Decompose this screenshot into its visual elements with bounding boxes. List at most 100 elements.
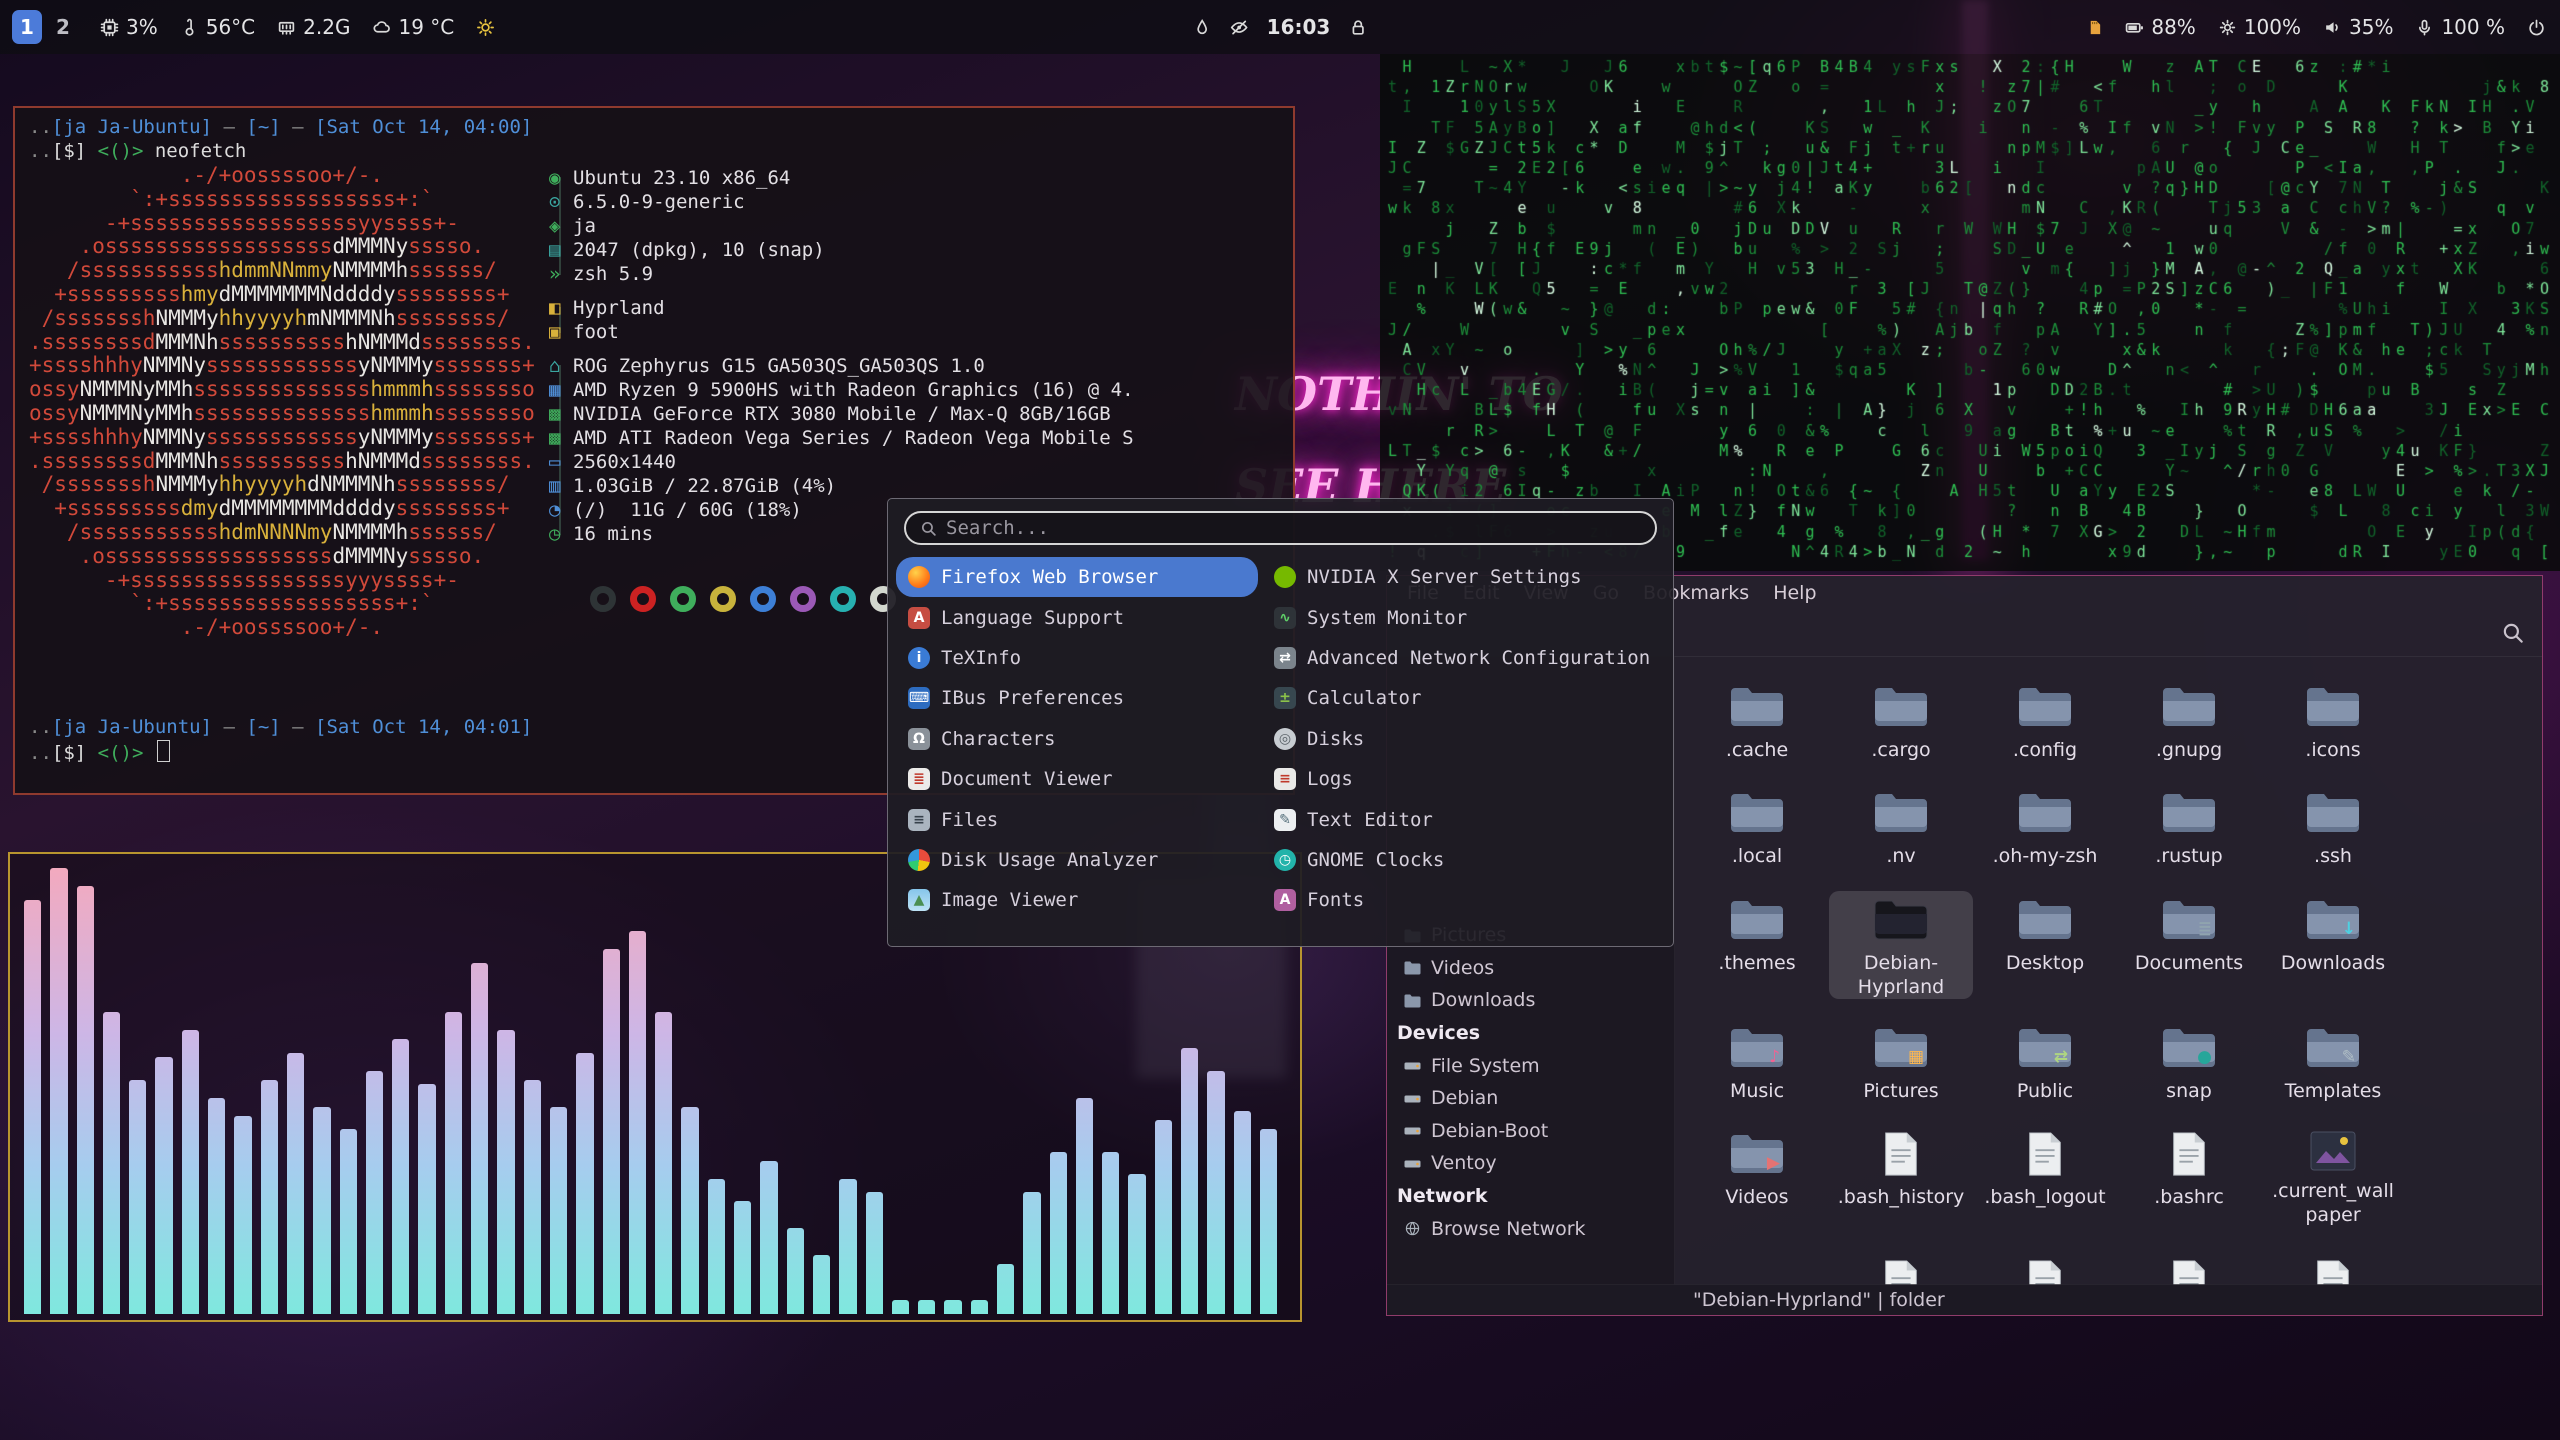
file-grid-item--current-wallpaper[interactable]: .current_wallpaper bbox=[2261, 1125, 2405, 1227]
file-grid-item--nv[interactable]: .nv bbox=[1829, 784, 1973, 868]
sidebar-item-label: Videos bbox=[1431, 957, 1494, 979]
launcher-item-system-monitor[interactable]: ∿System Monitor bbox=[1262, 597, 1667, 637]
matrix-terminal-window[interactable] bbox=[1380, 54, 2560, 571]
sidebar-item-label: Ventoy bbox=[1431, 1152, 1497, 1174]
visualizer-bar bbox=[839, 1179, 856, 1314]
app-label: Text Editor bbox=[1307, 809, 1433, 831]
workspace-button-2[interactable]: 2 bbox=[48, 10, 78, 44]
workspace-button-1[interactable]: 1 bbox=[12, 10, 42, 44]
file-grid-item[interactable] bbox=[2117, 1253, 2261, 1285]
file-grid-item-debian-hyprland[interactable]: Debian-Hyprland bbox=[1829, 891, 1973, 999]
info-icon: ◔ bbox=[549, 498, 573, 522]
visualizer-bar bbox=[1155, 1120, 1172, 1314]
sidebar-item-file-system[interactable]: File System bbox=[1387, 1049, 1674, 1082]
file-grid-item--rustup[interactable]: .rustup bbox=[2117, 784, 2261, 868]
visualizer-bar bbox=[155, 1057, 172, 1314]
launcher-item-calculator[interactable]: ±Calculator bbox=[1262, 678, 1667, 718]
file-grid-item--bash-history[interactable]: .bash_history bbox=[1829, 1125, 1973, 1209]
neofetch-info-block: ◉Ubuntu 23.10 x86_64⊙6.5.0-9-generic◈ja▤… bbox=[549, 166, 1134, 546]
launcher-item-ibus-preferences[interactable]: ⌨IBus Preferences bbox=[896, 678, 1258, 718]
file-label: .bash_logout bbox=[1979, 1185, 2111, 1209]
palette-dot bbox=[830, 586, 856, 612]
launcher-item-texinfo[interactable]: iTeXInfo bbox=[896, 638, 1258, 678]
file-grid-item--cargo[interactable]: .cargo bbox=[1829, 678, 1973, 762]
file-grid-item[interactable] bbox=[1829, 1253, 1973, 1285]
launcher-item-logs[interactable]: ≡Logs bbox=[1262, 759, 1667, 799]
launcher-item-advanced-network-configuration[interactable]: ⇄Advanced Network Configuration bbox=[1262, 638, 1667, 678]
file-grid-item--bash-logout[interactable]: .bash_logout bbox=[1973, 1125, 2117, 1209]
palette-dot bbox=[630, 586, 656, 612]
file-grid-item-videos[interactable]: ▶Videos bbox=[1685, 1125, 1829, 1209]
file-grid-item-downloads[interactable]: ↓Downloads bbox=[2261, 891, 2405, 975]
file-grid-item[interactable] bbox=[1973, 1253, 2117, 1285]
launcher-item-disks[interactable]: ◎Disks bbox=[1262, 719, 1667, 759]
launcher-item-nvidia-x-server-settings[interactable]: NVIDIA X Server Settings bbox=[1262, 557, 1667, 597]
launcher-item-document-viewer[interactable]: ≣Document Viewer bbox=[896, 759, 1258, 799]
neofetch-info-line: ▦AMD Ryzen 9 5900HS with Radeon Graphics… bbox=[549, 378, 1134, 402]
file-grid-item--gnupg[interactable]: .gnupg bbox=[2117, 678, 2261, 762]
launcher-item-language-support[interactable]: ALanguage Support bbox=[896, 597, 1258, 637]
sidebar-item-ventoy[interactable]: Ventoy bbox=[1387, 1147, 1674, 1180]
sidebar-item-browse-network[interactable]: Browse Network bbox=[1387, 1212, 1674, 1245]
menu-help[interactable]: Help bbox=[1761, 576, 1828, 610]
file-label: Debian-Hyprland bbox=[1835, 951, 1967, 999]
system-stats: 3%56°C2.2G19 °C bbox=[100, 15, 495, 39]
sidebar-item-debian-boot[interactable]: Debian-Boot bbox=[1387, 1115, 1674, 1148]
lock-module bbox=[1348, 18, 1367, 37]
sidebar-item-downloads[interactable]: Downloads bbox=[1387, 984, 1674, 1017]
folder-icon bbox=[2304, 790, 2362, 840]
launcher-item-files[interactable]: ≡Files bbox=[896, 799, 1258, 839]
folder-icon bbox=[2160, 790, 2218, 840]
sd-card-module[interactable] bbox=[2086, 18, 2103, 37]
visualizer-bar bbox=[681, 1107, 698, 1314]
sidebar-item-label: Debian-Boot bbox=[1431, 1120, 1548, 1142]
file-grid-item-public[interactable]: ⇄Public bbox=[1973, 1019, 2117, 1103]
battery-module[interactable]: 88% bbox=[2125, 15, 2195, 39]
file-grid-item-desktop[interactable]: Desktop bbox=[1973, 891, 2117, 975]
launcher-item-image-viewer[interactable]: ▲Image Viewer bbox=[896, 880, 1258, 920]
file-grid-item--icons[interactable]: .icons bbox=[2261, 678, 2405, 762]
file-grid-item-templates[interactable]: ✎Templates bbox=[2261, 1019, 2405, 1103]
mic-module[interactable]: 100 % bbox=[2415, 15, 2505, 39]
volume-module[interactable]: 35% bbox=[2323, 15, 2393, 39]
file-grid-item--ssh[interactable]: .ssh bbox=[2261, 784, 2405, 868]
folder-icon bbox=[2016, 790, 2074, 840]
file-grid-item-pictures[interactable]: ▦Pictures bbox=[1829, 1019, 1973, 1103]
clock: 16:03 bbox=[1267, 15, 1331, 39]
file-grid-item--config[interactable]: .config bbox=[1973, 678, 2117, 762]
visualizer-bar bbox=[892, 1300, 909, 1314]
launcher-item-gnome-clocks[interactable]: ◷GNOME Clocks bbox=[1262, 840, 1667, 880]
file-grid-item--local[interactable]: .local bbox=[1685, 784, 1829, 868]
launcher-item-firefox-web-browser[interactable]: Firefox Web Browser bbox=[896, 557, 1258, 597]
terminal-prompt: ..[ja Ja-Ubuntu] – [~] – [Sat Oct 14, 04… bbox=[29, 716, 532, 738]
folder-icon: ⇄ bbox=[2016, 1025, 2074, 1075]
launcher-item-text-editor[interactable]: ✎Text Editor bbox=[1262, 799, 1667, 839]
launcher-item-disk-usage-analyzer[interactable]: Disk Usage Analyzer bbox=[896, 840, 1258, 880]
launcher-item-fonts[interactable]: AFonts bbox=[1262, 880, 1667, 920]
file-grid-item-documents[interactable]: ≣Documents bbox=[2117, 891, 2261, 975]
sidebar-item-videos[interactable]: Videos bbox=[1387, 952, 1674, 985]
search-icon[interactable] bbox=[2500, 620, 2526, 650]
file-grid-item[interactable] bbox=[2261, 1253, 2405, 1285]
search-input[interactable]: Search... bbox=[904, 511, 1657, 545]
file-grid-item-music[interactable]: ♪Music bbox=[1685, 1019, 1829, 1103]
file-grid-item--oh-my-zsh[interactable]: .oh-my-zsh bbox=[1973, 784, 2117, 868]
brightness-module[interactable]: 100% bbox=[2218, 15, 2301, 39]
launcher-item-characters[interactable]: ΩCharacters bbox=[896, 719, 1258, 759]
visualizer-bar bbox=[471, 963, 488, 1314]
sidebar-item-debian[interactable]: Debian bbox=[1387, 1082, 1674, 1115]
power-module[interactable] bbox=[2527, 18, 2546, 37]
folder-icon bbox=[1728, 684, 1786, 734]
neofetch-info-line: ▣foot bbox=[549, 320, 1134, 344]
file-icon bbox=[2313, 1259, 2353, 1285]
app-icon: ◎ bbox=[1274, 728, 1296, 750]
visualizer-bar bbox=[944, 1300, 961, 1314]
app-icon bbox=[1274, 566, 1296, 588]
file-grid-item--cache[interactable]: .cache bbox=[1685, 678, 1829, 762]
file-grid-item--themes[interactable]: .themes bbox=[1685, 891, 1829, 975]
app-label: GNOME Clocks bbox=[1307, 849, 1444, 871]
file-grid-item-snap[interactable]: ●snap bbox=[2117, 1019, 2261, 1103]
file-grid-item--bashrc[interactable]: .bashrc bbox=[2117, 1125, 2261, 1209]
file-label: Music bbox=[1691, 1079, 1823, 1103]
info-icon: ▤ bbox=[549, 238, 573, 262]
